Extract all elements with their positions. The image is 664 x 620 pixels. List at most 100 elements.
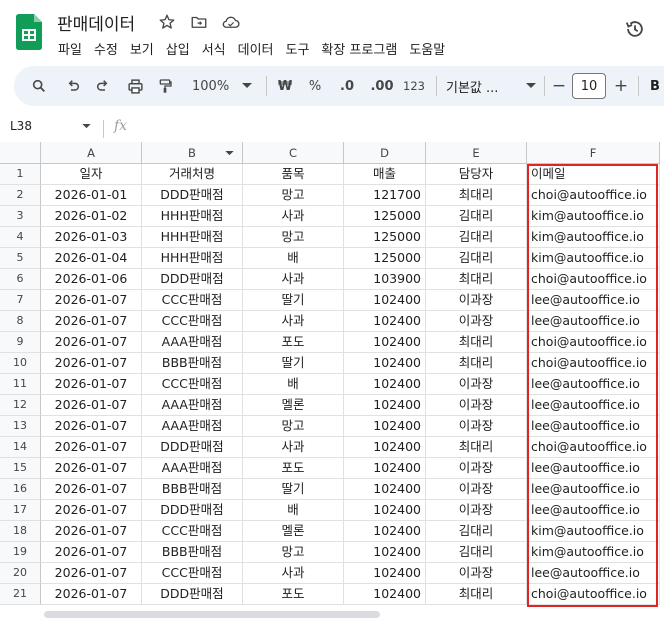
cell-sales[interactable]: 102400 xyxy=(344,290,426,311)
cell-item[interactable]: 딸기 xyxy=(243,353,344,374)
cell-email[interactable]: lee@autooffice.io xyxy=(527,458,660,479)
font-dropdown-icon[interactable] xyxy=(524,74,538,98)
cell-item[interactable]: 사과 xyxy=(243,269,344,290)
cell-item[interactable]: 망고 xyxy=(243,185,344,206)
cell-manager[interactable]: 김대리 xyxy=(426,248,527,269)
row-header[interactable]: 12 xyxy=(0,395,41,416)
row-header[interactable]: 14 xyxy=(0,437,41,458)
menu-edit[interactable]: 수정 xyxy=(88,37,124,59)
cell-item[interactable]: 사과 xyxy=(243,437,344,458)
cell-email[interactable]: kim@autooffice.io xyxy=(527,542,660,563)
cell-item[interactable]: 멜론 xyxy=(243,395,344,416)
cell-sales[interactable]: 102400 xyxy=(344,416,426,437)
cell-date[interactable]: 2026-01-07 xyxy=(41,584,142,605)
name-box-dropdown-icon[interactable] xyxy=(82,124,91,129)
row-header[interactable]: 11 xyxy=(0,374,41,395)
column-header-a[interactable]: A xyxy=(41,142,142,164)
cell-sales[interactable]: 102400 xyxy=(344,542,426,563)
cell-client[interactable]: DDD판매점 xyxy=(142,584,243,605)
cell-date[interactable]: 2026-01-07 xyxy=(41,395,142,416)
cell-date[interactable]: 2026-01-07 xyxy=(41,437,142,458)
cell-manager[interactable]: 최대리 xyxy=(426,437,527,458)
bold-button[interactable]: B xyxy=(648,74,662,98)
cell-email[interactable]: choi@autooffice.io xyxy=(527,185,660,206)
cell-client[interactable]: CCC판매점 xyxy=(142,290,243,311)
row-header[interactable]: 10 xyxy=(0,353,41,374)
cell-email[interactable]: choi@autooffice.io xyxy=(527,353,660,374)
cell-item[interactable]: 사과 xyxy=(243,206,344,227)
number-format-button[interactable]: 123 xyxy=(402,74,426,98)
cell-item[interactable]: 망고 xyxy=(243,542,344,563)
cell-date[interactable]: 2026-01-07 xyxy=(41,290,142,311)
cell-manager[interactable]: 이과장 xyxy=(426,311,527,332)
cell-item[interactable]: 사과 xyxy=(243,311,344,332)
cell-manager[interactable]: 최대리 xyxy=(426,584,527,605)
menu-format[interactable]: 서식 xyxy=(196,37,232,59)
cell-email[interactable]: choi@autooffice.io xyxy=(527,437,660,458)
cell-manager[interactable]: 이과장 xyxy=(426,395,527,416)
row-header[interactable]: 9 xyxy=(0,332,41,353)
header-cell-item[interactable]: 품목 xyxy=(243,164,344,185)
increase-decimal-button[interactable]: .00 xyxy=(368,74,396,98)
cell-client[interactable]: DDD판매점 xyxy=(142,269,243,290)
cell-client[interactable]: CCC판매점 xyxy=(142,374,243,395)
cell-client[interactable]: HHH판매점 xyxy=(142,206,243,227)
cell-email[interactable]: lee@autooffice.io xyxy=(527,290,660,311)
cell-client[interactable]: AAA판매점 xyxy=(142,395,243,416)
cell-manager[interactable]: 이과장 xyxy=(426,416,527,437)
column-header-f[interactable]: F xyxy=(527,142,660,164)
paint-format-icon[interactable] xyxy=(154,74,176,98)
cell-email[interactable]: kim@autooffice.io xyxy=(527,206,660,227)
cell-date[interactable]: 2026-01-07 xyxy=(41,353,142,374)
row-header[interactable]: 20 xyxy=(0,563,41,584)
cell-email[interactable]: kim@autooffice.io xyxy=(527,248,660,269)
undo-icon[interactable] xyxy=(62,74,84,98)
row-header[interactable]: 5 xyxy=(0,248,41,269)
percent-format-button[interactable]: % xyxy=(306,74,324,98)
cell-client[interactable]: AAA판매점 xyxy=(142,332,243,353)
cell-email[interactable]: lee@autooffice.io xyxy=(527,563,660,584)
name-box[interactable]: L38 xyxy=(10,119,32,133)
cell-item[interactable]: 사과 xyxy=(243,563,344,584)
font-size-input[interactable]: 10 xyxy=(572,73,606,99)
cell-date[interactable]: 2026-01-04 xyxy=(41,248,142,269)
cell-item[interactable]: 포도 xyxy=(243,332,344,353)
cell-manager[interactable]: 이과장 xyxy=(426,374,527,395)
cell-manager[interactable]: 김대리 xyxy=(426,227,527,248)
zoom-dropdown-icon[interactable] xyxy=(240,74,254,98)
zoom-value[interactable]: 100% xyxy=(192,74,234,98)
cell-item[interactable]: 망고 xyxy=(243,227,344,248)
cell-sales[interactable]: 102400 xyxy=(344,500,426,521)
cell-manager[interactable]: 김대리 xyxy=(426,521,527,542)
document-title[interactable]: 판매데이터 xyxy=(57,10,135,35)
cell-manager[interactable]: 이과장 xyxy=(426,479,527,500)
cell-email[interactable]: lee@autooffice.io xyxy=(527,311,660,332)
redo-icon[interactable] xyxy=(92,74,114,98)
cell-manager[interactable]: 이과장 xyxy=(426,290,527,311)
menu-data[interactable]: 데이터 xyxy=(232,37,280,59)
cell-manager[interactable]: 이과장 xyxy=(426,458,527,479)
cell-item[interactable]: 포도 xyxy=(243,458,344,479)
cell-sales[interactable]: 102400 xyxy=(344,395,426,416)
cell-client[interactable]: HHH판매점 xyxy=(142,248,243,269)
cell-item[interactable]: 딸기 xyxy=(243,479,344,500)
row-header[interactable]: 15 xyxy=(0,458,41,479)
row-header[interactable]: 19 xyxy=(0,542,41,563)
cell-item[interactable]: 배 xyxy=(243,248,344,269)
cell-item[interactable]: 멜론 xyxy=(243,521,344,542)
cell-manager[interactable]: 최대리 xyxy=(426,269,527,290)
cell-manager[interactable]: 이과장 xyxy=(426,563,527,584)
cell-client[interactable]: AAA판매점 xyxy=(142,458,243,479)
cell-email[interactable]: lee@autooffice.io xyxy=(527,395,660,416)
cell-email[interactable]: kim@autooffice.io xyxy=(527,227,660,248)
cell-sales[interactable]: 125000 xyxy=(344,227,426,248)
cell-client[interactable]: DDD판매점 xyxy=(142,437,243,458)
row-header[interactable]: 1 xyxy=(0,164,41,185)
cell-item[interactable]: 딸기 xyxy=(243,290,344,311)
header-cell-email[interactable]: 이메일 xyxy=(527,164,660,185)
cell-date[interactable]: 2026-01-07 xyxy=(41,374,142,395)
cell-manager[interactable]: 최대리 xyxy=(426,353,527,374)
cell-sales[interactable]: 125000 xyxy=(344,248,426,269)
menu-file[interactable]: 파일 xyxy=(52,37,88,59)
header-cell-sales[interactable]: 매출 xyxy=(344,164,426,185)
